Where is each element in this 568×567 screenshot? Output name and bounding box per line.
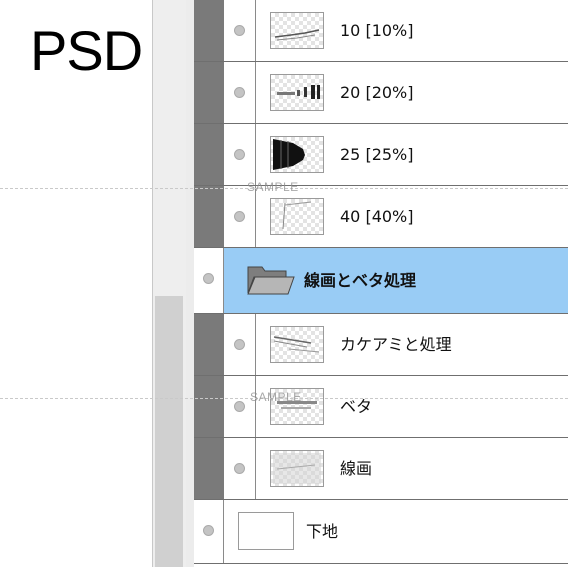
visibility-toggle[interactable] <box>224 438 256 499</box>
layer-row[interactable]: 25 [25%] <box>194 124 568 186</box>
folder-open-icon <box>247 266 295 295</box>
layer-row[interactable]: 20 [20%] <box>194 62 568 124</box>
visibility-dot-icon <box>234 463 245 474</box>
visibility-dot-icon <box>234 87 245 98</box>
layer-name: 20 [20%] <box>340 83 414 102</box>
layer-name: 40 [40%] <box>340 207 414 226</box>
visibility-toggle[interactable] <box>224 62 256 123</box>
clipping-indicator <box>194 0 224 61</box>
panel-divider <box>186 0 194 567</box>
layer-name: ベタ <box>340 397 373 416</box>
scrollbar-thumb[interactable] <box>155 296 183 567</box>
visibility-dot-icon <box>234 401 245 412</box>
layer-row[interactable]: 40 [40%] <box>194 186 568 248</box>
visibility-toggle[interactable] <box>194 248 224 313</box>
visibility-dot-icon <box>203 525 214 536</box>
layer-thumbnail <box>238 512 294 550</box>
layer-thumbnail <box>270 326 324 363</box>
visibility-dot-icon <box>234 211 245 222</box>
layer-thumbnail <box>270 198 324 235</box>
clipping-indicator <box>194 62 224 123</box>
layer-row[interactable]: カケアミと処理 <box>194 314 568 376</box>
visibility-dot-icon <box>234 339 245 350</box>
visibility-toggle[interactable] <box>224 376 256 437</box>
layer-name: 線画とベタ処理 <box>304 271 417 290</box>
clipping-indicator <box>194 124 224 185</box>
visibility-toggle[interactable] <box>224 124 256 185</box>
layer-name: 下地 <box>306 522 339 541</box>
layer-name: 10 [10%] <box>340 21 414 40</box>
layer-thumbnail <box>270 12 324 49</box>
sample-watermark: SAMPLE <box>250 390 302 404</box>
layer-thumbnail <box>270 450 324 487</box>
visibility-dot-icon <box>234 25 245 36</box>
visibility-dot-icon <box>234 149 245 160</box>
layer-folder-row[interactable]: 線画とベタ処理 <box>194 248 568 314</box>
psd-label: PSD <box>30 19 143 82</box>
visibility-toggle[interactable] <box>194 500 224 563</box>
layer-name: カケアミと処理 <box>340 335 452 354</box>
layer-name: 線画 <box>340 459 373 478</box>
layer-thumbnail <box>270 136 324 173</box>
clipping-indicator <box>194 186 224 247</box>
clipping-indicator <box>194 438 224 499</box>
layer-name: 25 [25%] <box>340 145 414 164</box>
layer-row[interactable]: 10 [10%] <box>194 0 568 62</box>
sample-watermark: SAMPLE <box>247 180 299 194</box>
visibility-toggle[interactable] <box>224 0 256 61</box>
visibility-dot-icon <box>203 273 214 284</box>
visibility-toggle[interactable] <box>224 314 256 375</box>
canvas-area: PSD <box>0 0 152 567</box>
clipping-indicator <box>194 314 224 375</box>
layer-thumbnail <box>270 74 324 111</box>
layer-row[interactable]: 線画 <box>194 438 568 500</box>
layer-list: 10 [10%] 20 [20%] 25 [25%] 40 [40%] 線画とベ… <box>194 0 568 567</box>
visibility-toggle[interactable] <box>224 186 256 247</box>
layer-row[interactable]: 下地 <box>194 500 568 564</box>
clipping-indicator <box>194 376 224 437</box>
layer-row[interactable]: ベタ <box>194 376 568 438</box>
